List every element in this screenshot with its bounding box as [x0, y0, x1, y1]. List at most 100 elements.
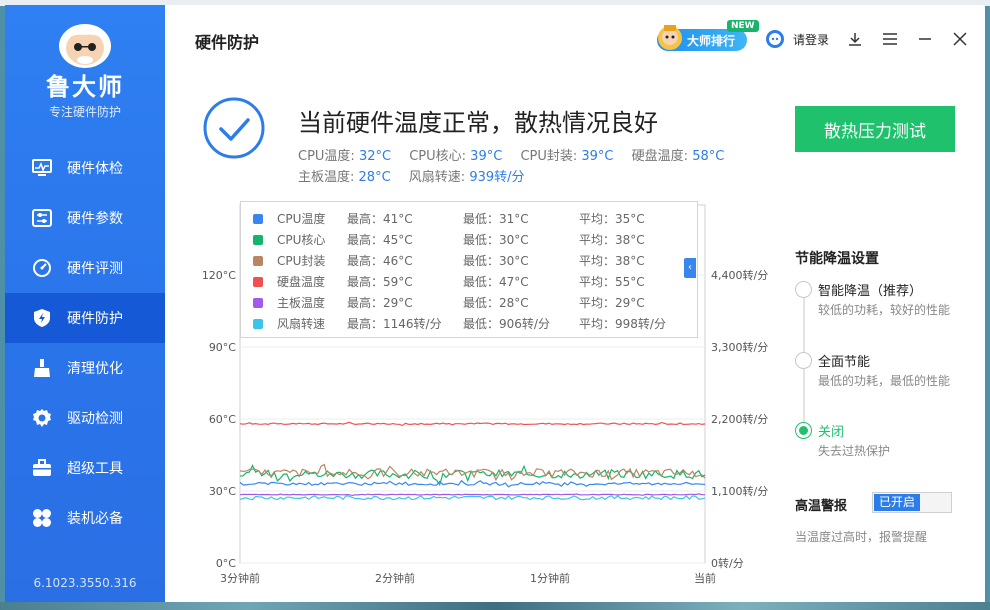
login-button[interactable]: 请登录 [765, 29, 829, 49]
x-tick-label: 3分钟前 [220, 571, 260, 585]
legend-avg: 平均：55°C [579, 275, 645, 289]
radio-button-checked[interactable] [795, 422, 812, 439]
x-tick-label: 1分钟前 [530, 571, 570, 585]
legend-max: 最高：45°C [347, 233, 413, 247]
legend-min: 最低：30°C [463, 254, 529, 268]
legend-swatch [253, 276, 263, 287]
reading-label: CPU核心: [409, 149, 467, 164]
legend-name: 硬盘温度 [277, 275, 326, 289]
energy-option-desc: 失去过热保护 [818, 444, 891, 458]
sidebar-item-label: 硬件体检 [67, 161, 123, 177]
new-badge: NEW [727, 20, 759, 32]
sidebar-item-hardware-params[interactable]: 硬件参数 [5, 193, 165, 243]
y-right-tick-label: 0转/分 [711, 556, 744, 570]
master-ranking-button[interactable]: 大师排行 [657, 25, 747, 51]
legend-swatch [253, 234, 263, 245]
legend-swatch [253, 213, 263, 224]
y-right-tick-label: 1,100转/分 [711, 484, 768, 498]
legend-avg: 平均：29°C [579, 296, 645, 310]
legend-name: CPU封装 [277, 254, 326, 268]
reading-label: 硬盘温度: [631, 149, 689, 164]
series-line [239, 479, 706, 488]
sliders-icon [31, 207, 53, 229]
download-icon [849, 33, 861, 46]
y-left-tick-label: 90°C [209, 341, 236, 354]
legend-row-cpu-temp: CPU温度 最高：41°C 最低：31°C 平均：35°C [241, 208, 697, 229]
reading-value: 39°C [470, 149, 503, 164]
legend-row-fan-speed: 风扇转速 最高：1146转/分 最低：906转/分 平均：998转/分 [241, 313, 697, 334]
close-icon [953, 32, 967, 46]
high-temp-alarm-toggle[interactable]: 已开启 [872, 492, 952, 513]
legend-collapse-button[interactable]: ‹ [684, 258, 696, 278]
sidebar-item-label: 清理优化 [67, 361, 123, 377]
desktop-background-bottom [0, 602, 990, 610]
reading-label: 主板温度: [298, 170, 355, 185]
brand-name: 鲁大师 [46, 73, 124, 101]
sidebar-item-label: 装机必备 [67, 511, 123, 527]
temperature-readings: CPU温度: 32°C CPU核心: 39°C CPU封装: 39°C 硬盘温度… [298, 146, 738, 188]
sidebar-item-hardware-benchmark[interactable]: 硬件评测 [5, 243, 165, 293]
logo-icon [59, 24, 111, 68]
sidebar-item-label: 超级工具 [67, 461, 123, 477]
legend-max: 最高：46°C [347, 254, 413, 268]
legend-max: 最高：1146转/分 [347, 317, 442, 331]
legend-min: 最低：30°C [463, 233, 529, 247]
legend-avg: 平均：35°C [579, 212, 645, 226]
x-tick-label: 当前 [694, 571, 716, 585]
user-avatar-icon [766, 30, 784, 48]
menu-button[interactable] [880, 29, 900, 49]
legend-row-board-temp: 主板温度 最高：29°C 最低：28°C 平均：29°C [241, 292, 697, 313]
sidebar-item-hardware-protection[interactable]: 硬件防护 [5, 293, 165, 343]
sidebar-item-driver-check[interactable]: 驱动检测 [5, 393, 165, 443]
download-button[interactable] [845, 29, 865, 49]
close-button[interactable] [950, 29, 970, 49]
legend-avg: 平均：998转/分 [579, 317, 666, 331]
radio-button[interactable] [795, 352, 812, 369]
series-line [239, 421, 706, 427]
legend-swatch [253, 297, 263, 308]
legend-max: 最高：29°C [347, 296, 413, 310]
legend-max: 最高：41°C [347, 212, 413, 226]
monitor-icon [31, 157, 53, 179]
y-right-tick-label: 2,200转/分 [711, 412, 768, 426]
brand-slogan: 专注硬件防护 [48, 105, 121, 119]
shield-icon [31, 307, 53, 329]
legend-min: 最低：28°C [463, 296, 529, 310]
legend-min: 最低：47°C [463, 275, 529, 289]
reading-value: 58°C [692, 149, 725, 164]
sidebar-item-label: 驱动检测 [67, 411, 123, 427]
high-temp-alarm-title: 高温警报 [795, 499, 848, 514]
readings-line-2: 主板温度: 28°C 风扇转速: 939转/分 [298, 167, 738, 188]
legend-avg: 平均：38°C [579, 254, 645, 268]
chart-legend: CPU温度 最高：41°C 最低：31°C 平均：35°C CPU核心 最高：4… [240, 201, 698, 338]
legend-name: CPU核心 [277, 233, 326, 247]
legend-name: 主板温度 [277, 296, 326, 310]
sidebar-nav: 硬件体检 硬件参数 硬件评测 硬件防护 清理优化 驱动检测 超级工具 装机必备 [5, 143, 165, 543]
radio-button[interactable] [795, 281, 812, 298]
reading-value: 28°C [358, 170, 391, 185]
sidebar-item-label: 硬件参数 [67, 211, 123, 227]
sidebar-item-cleanup[interactable]: 清理优化 [5, 343, 165, 393]
stress-test-button[interactable]: 散热压力测试 [795, 106, 955, 152]
y-left-tick-label: 120°C [202, 269, 236, 282]
reading-label: CPU温度: [298, 149, 355, 164]
energy-option-desc: 最低的功耗，最低的性能 [818, 374, 951, 388]
y-right-tick-label: 4,400转/分 [711, 268, 768, 282]
readings-line-1: CPU温度: 32°C CPU核心: 39°C CPU封装: 39°C 硬盘温度… [298, 146, 738, 167]
legend-avg: 平均：38°C [579, 233, 645, 247]
sidebar-item-super-tools[interactable]: 超级工具 [5, 443, 165, 493]
legend-swatch [253, 318, 263, 329]
energy-option-label: 智能降温（推荐） [818, 284, 923, 299]
reading-label: CPU封装: [520, 149, 578, 164]
minimize-button[interactable] [915, 29, 935, 49]
legend-min: 最低：31°C [463, 212, 529, 226]
sidebar-item-essentials[interactable]: 装机必备 [5, 493, 165, 543]
sidebar-item-hardware-check[interactable]: 硬件体检 [5, 143, 165, 193]
legend-name: CPU温度 [277, 212, 326, 226]
master-avatar-icon [658, 25, 682, 50]
legend-swatch [253, 255, 263, 266]
reading-value: 939转/分 [469, 170, 525, 185]
master-ranking-label: 大师排行 [687, 33, 736, 48]
energy-option-desc: 较低的功耗，较好的性能 [818, 303, 951, 317]
x-tick-label: 2分钟前 [375, 571, 415, 585]
